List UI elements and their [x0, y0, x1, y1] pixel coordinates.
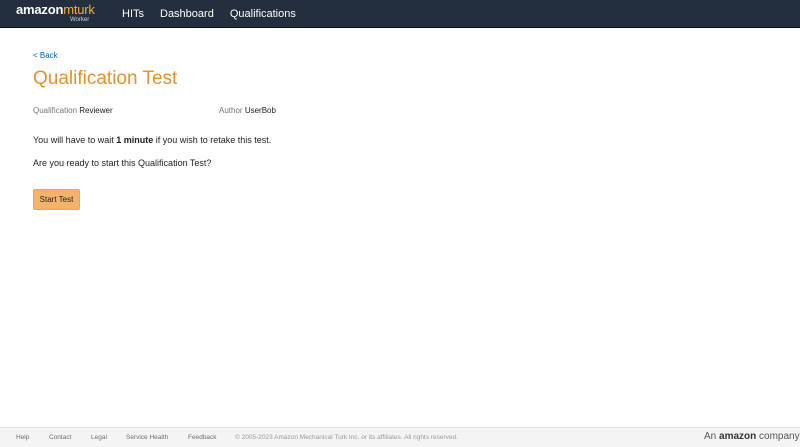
footer-service-health-link[interactable]: Service Health [126, 434, 168, 441]
nav-links: HITs Dashboard Qualifications [122, 0, 312, 28]
footer-copyright: © 2005-2023 Amazon Mechanical Turk Inc. … [235, 434, 458, 441]
mturk-logo[interactable]: amazonmturk Worker [16, 3, 95, 25]
footer-help-link[interactable]: Help [16, 434, 29, 441]
nav-dashboard[interactable]: Dashboard [160, 0, 214, 28]
company-brand: amazon [719, 431, 757, 442]
wait-prefix: You will have to wait [33, 135, 117, 145]
qualification-label: Qualification [33, 106, 78, 115]
page-title: Qualification Test [33, 68, 178, 89]
logo-worker-text: Worker [70, 17, 90, 23]
retake-wait-message: You will have to wait 1 minute if you wi… [33, 135, 271, 145]
company-suffix: company [759, 431, 800, 442]
amazon-company-badge: An amazon company [704, 431, 800, 442]
nav-hits[interactable]: HITs [122, 0, 144, 28]
back-link[interactable]: < Back [33, 51, 58, 60]
author-value: UserBob [244, 106, 276, 115]
nav-qualifications[interactable]: Qualifications [230, 0, 296, 28]
top-navbar: amazonmturk Worker HITs Dashboard Qualif… [0, 0, 800, 28]
logo-amazon-text: amazon [16, 2, 64, 17]
author-field: Author UserBob [219, 106, 276, 115]
logo-wordmark: amazonmturk [16, 3, 95, 17]
wait-time: 1 minute [116, 135, 154, 145]
page: amazonmturk Worker HITs Dashboard Qualif… [0, 0, 800, 447]
footer-feedback-link[interactable]: Feedback [188, 434, 217, 441]
footer-legal-link[interactable]: Legal [91, 434, 107, 441]
footer: Help Contact Legal Service Health Feedba… [0, 427, 800, 447]
qualification-meta: Qualification Reviewer Author UserBob [33, 106, 333, 118]
wait-suffix: if you wish to retake this test. [153, 135, 272, 145]
author-label: Author [219, 106, 243, 115]
ready-question: Are you ready to start this Qualificatio… [33, 158, 212, 168]
qualification-value: Reviewer [79, 106, 113, 115]
start-test-button[interactable]: Start Test [33, 189, 80, 210]
logo-mturk-text: mturk [63, 2, 95, 17]
qualification-field: Qualification Reviewer [33, 106, 113, 115]
footer-contact-link[interactable]: Contact [49, 434, 71, 441]
company-prefix: An [704, 431, 717, 442]
